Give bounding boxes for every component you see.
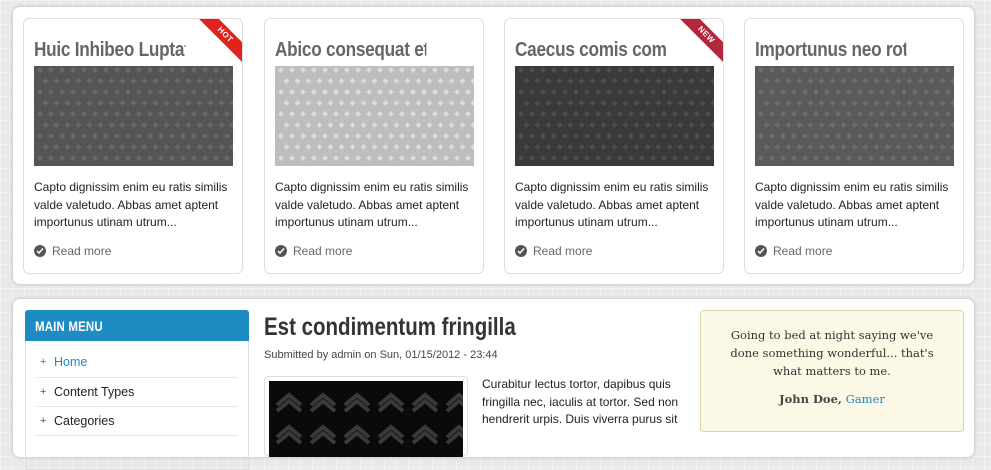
read-more-link[interactable]: Read more <box>34 244 111 258</box>
quote-attribution: John Doe, Gamer <box>717 392 947 406</box>
featured-panel: Huic Inhibeo Luptatum... HOT Capto digni… <box>12 6 975 285</box>
check-circle-icon <box>515 245 527 257</box>
featured-card: Caecus comis commoveo... NEW Capto digni… <box>504 18 724 274</box>
check-circle-icon <box>755 245 767 257</box>
read-more-label: Read more <box>773 244 833 258</box>
featured-card: Huic Inhibeo Luptatum... HOT Capto digni… <box>23 18 243 274</box>
article-title[interactable]: Est condimentum fringilla <box>264 313 516 342</box>
card-summary: Capto dignissim enim eu ratis similis va… <box>34 180 228 229</box>
card-title[interactable]: Importunus neo roto... <box>755 39 906 62</box>
hot-ribbon: HOT <box>196 19 242 65</box>
card-image[interactable] <box>34 66 233 166</box>
featured-card: Abico consequat et hos... Capto dignissi… <box>264 18 484 274</box>
menu-item-label: Content Types <box>54 385 135 399</box>
featured-card: Importunus neo roto... Capto dignissim e… <box>744 18 964 274</box>
article-image[interactable] <box>264 376 468 457</box>
check-circle-icon <box>275 245 287 257</box>
card-title[interactable]: Huic Inhibeo Luptatum... <box>34 39 185 62</box>
card-title[interactable]: Caecus comis commoveo... <box>515 39 666 62</box>
plus-icon: + <box>40 356 47 368</box>
plus-icon: + <box>40 386 47 398</box>
card-summary: Capto dignissim enim eu ratis similis va… <box>275 180 469 229</box>
quote-text: Going to bed at night saying we've done … <box>730 328 934 378</box>
check-circle-icon <box>34 245 46 257</box>
main-menu: MAIN MENU + Home + Content Types + Categ… <box>25 310 249 470</box>
quote-role-link[interactable]: Gamer <box>846 392 885 406</box>
article-image-pattern <box>269 381 463 457</box>
new-ribbon: NEW <box>677 19 723 65</box>
quote-author: John Doe, <box>779 392 842 406</box>
read-more-label: Read more <box>52 244 112 258</box>
card-image[interactable] <box>275 66 474 166</box>
menu-item-categories[interactable]: + Categories <box>36 407 238 436</box>
menu-item-label: Categories <box>54 414 115 428</box>
menu-item-label: Home <box>54 355 88 369</box>
main-menu-list: + Home + Content Types + Categories <box>25 341 249 470</box>
read-more-link[interactable]: Read more <box>515 244 592 258</box>
content-panel: MAIN MENU + Home + Content Types + Categ… <box>12 298 975 470</box>
read-more-link[interactable]: Read more <box>275 244 352 258</box>
read-more-label: Read more <box>533 244 593 258</box>
plus-icon: + <box>40 415 47 427</box>
menu-item-home[interactable]: + Home <box>36 341 238 378</box>
quote-box: Going to bed at night saying we've done … <box>700 310 964 432</box>
main-menu-header: MAIN MENU <box>25 310 249 341</box>
card-image[interactable] <box>755 66 954 166</box>
card-image[interactable] <box>515 66 714 166</box>
article-body: Curabitur lectus tortor, dapibus quis fr… <box>482 377 679 426</box>
card-title[interactable]: Abico consequat et hos... <box>275 39 426 62</box>
card-summary: Capto dignissim enim eu ratis similis va… <box>755 180 949 229</box>
read-more-link[interactable]: Read more <box>755 244 832 258</box>
read-more-label: Read more <box>293 244 353 258</box>
article-submitted-info: Submitted by admin on Sun, 01/15/2012 - … <box>264 349 498 361</box>
card-summary: Capto dignissim enim eu ratis similis va… <box>515 180 709 229</box>
menu-item-content-types[interactable]: + Content Types <box>36 378 238 407</box>
